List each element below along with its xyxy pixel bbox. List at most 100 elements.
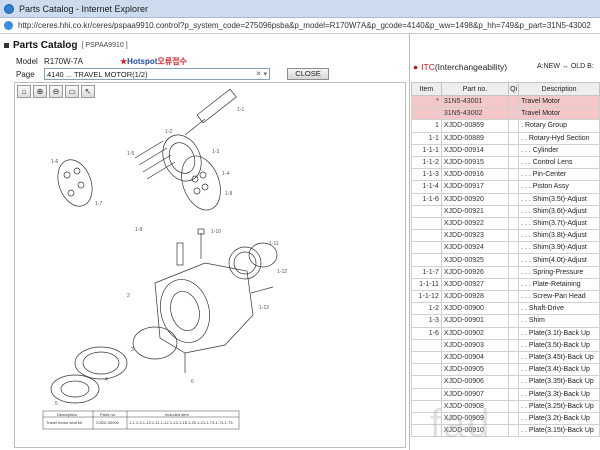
- qi-cell: [508, 131, 520, 145]
- page-select[interactable]: 4140 ... TRAVEL MOTOR(1/2) ✕ ▾: [44, 68, 270, 80]
- motor-housing-part[interactable]: [154, 242, 254, 354]
- address-bar[interactable]: http://ceres.hhi.co.kr/ceres/pspaa9910.c…: [0, 18, 600, 34]
- item-cell: 1-1-12: [411, 289, 442, 304]
- close-button[interactable]: CLOSE: [287, 68, 329, 80]
- svg-text:1-10: 1-10: [211, 229, 221, 235]
- col-item-header[interactable]: Item: [411, 82, 442, 96]
- table-row[interactable]: 1-6 XJDD-00902 . . Plate(3.1t)-Back Up: [411, 326, 600, 340]
- description-cell: . . . Cylinder: [518, 143, 600, 157]
- part-no-cell: XJDD-00916: [440, 168, 510, 182]
- description-cell: . . . Screw-Pan Head: [518, 289, 600, 304]
- bolts-part[interactable]: [184, 228, 274, 373]
- itc-marker: ●: [413, 62, 419, 72]
- svg-text:1-4: 1-4: [222, 171, 229, 177]
- hotspot-report-link[interactable]: ★Hotspot오류접수: [120, 56, 187, 67]
- part-no-cell: XJDD-00925: [440, 253, 510, 267]
- dropdown-arrow-icon[interactable]: ✕ ▾: [256, 69, 267, 80]
- pistons-part[interactable]: [134, 140, 176, 180]
- qi-cell: [508, 338, 520, 352]
- svg-text:3: 3: [131, 347, 134, 353]
- qi-cell: [508, 229, 520, 243]
- col-qi-header[interactable]: Qi: [508, 82, 520, 96]
- qi-cell: [508, 399, 520, 413]
- table-row[interactable]: 1-1-11 XJDD-00927 . . . Plate-Retaining: [411, 277, 600, 292]
- qi-cell: [508, 119, 520, 133]
- parts-catalog-app: Parts Catalog [ PSPAA9910 ] Model R170W-…: [0, 34, 600, 450]
- address-url[interactable]: http://ceres.hhi.co.kr/ceres/pspaa9910.c…: [18, 21, 591, 30]
- part-no-cell: XJDD-00902: [440, 326, 510, 340]
- qi-cell: [508, 363, 520, 377]
- table-row[interactable]: XJDD-00921 . . . Shim(3.6t)-Adjust: [411, 204, 600, 218]
- valve-plate-part[interactable]: [156, 129, 209, 188]
- description-cell: . . . Shim(3.5t)-Adjust: [518, 192, 600, 206]
- item-cell: 1-1-1: [411, 143, 442, 157]
- item-cell: [411, 375, 442, 389]
- ie-logo-icon: [4, 3, 14, 14]
- description-cell: Travel Motor: [518, 107, 600, 121]
- qi-cell: [508, 314, 520, 328]
- col-desc-header[interactable]: Description: [518, 82, 600, 96]
- table-row[interactable]: 1-1-1 XJDD-00914 . . . Cylinder: [411, 143, 600, 157]
- qi-cell: [508, 253, 520, 267]
- description-cell: . . . Shim(3.8t)-Adjust: [518, 229, 600, 243]
- item-cell: [411, 241, 442, 255]
- exploded-diagram-panel[interactable]: ⌂ ⊕ ⊖ ▭ ↖ 1-1 1-2 1-3 1-4 1-5 1-6 1-7 1-…: [14, 82, 406, 448]
- table-row[interactable]: 1-1-7 XJDD-00926 . . . Spring-Pressure: [411, 265, 600, 279]
- col-part-header[interactable]: Part no.: [440, 82, 510, 96]
- description-cell: . . Plate(3.45t)-Back Up: [518, 350, 600, 365]
- table-row[interactable]: XJDD-00903 . . Plate(3.5t)-Back Up: [411, 338, 600, 352]
- table-row[interactable]: XJDD-00924 . . . Shim(3.9t)-Adjust: [411, 241, 600, 255]
- table-row[interactable]: 31N5-43002 Travel Motor: [411, 107, 600, 121]
- part-no-cell: XJDD-00924: [440, 241, 510, 255]
- description-cell: . . Plate(3.2t)-Back Up: [518, 411, 600, 426]
- table-row[interactable]: XJDD-00906 . . Plate(3.35t)-Back Up: [411, 375, 600, 389]
- window-titlebar: Parts Catalog - Internet Explorer: [0, 0, 600, 18]
- item-cell: [411, 338, 442, 352]
- description-cell: . . . Plate-Retaining: [518, 277, 600, 292]
- parts-list-panel: ● ITC(Interchangeability) A:NEW ↔ OLD B: …: [411, 34, 600, 450]
- table-row[interactable]: 1-1-3 XJDD-00916 . . . Pin-Center: [411, 168, 600, 182]
- table-row[interactable]: 1-1 XJDD-00889 . . Rotary-Hyd Section: [411, 131, 600, 145]
- item-cell: 1-1-7: [411, 265, 442, 279]
- svg-text:1-8: 1-8: [225, 191, 232, 197]
- qi-cell: [508, 424, 520, 438]
- qi-cell: [508, 94, 520, 109]
- qi-cell: [508, 192, 520, 206]
- part-no-cell: XJDD-00928: [440, 289, 510, 304]
- description-cell: . . Plate(3.4t)-Back Up: [518, 363, 600, 377]
- table-row[interactable]: 1-2 XJDD-00900 . . Shaft-Drive: [411, 302, 600, 316]
- item-cell: [411, 229, 442, 243]
- bullet-icon: [4, 42, 9, 48]
- table-row[interactable]: 1-1-12 XJDD-00928 . . . Screw-Pan Head: [411, 289, 600, 304]
- drive-shaft-part[interactable]: [184, 88, 237, 136]
- swash-plate-part[interactable]: [52, 155, 98, 211]
- table-row[interactable]: XJDD-00922 . . . Shim(3.7t)-Adjust: [411, 216, 600, 231]
- description-cell: . . Shim: [518, 314, 600, 328]
- part-no-cell: XJDD-00917: [440, 180, 510, 194]
- item-cell: [411, 387, 442, 401]
- item-cell: 1-1-11: [411, 277, 442, 292]
- description-cell: . Rotary Group: [518, 119, 600, 133]
- table-row[interactable]: 1-3 XJDD-00901 . . Shim: [411, 314, 600, 328]
- inset-cell-partno: XJDD-00900: [96, 420, 120, 425]
- table-row[interactable]: * 31N5-43001 Travel Motor: [411, 94, 600, 109]
- svg-text:1-13: 1-13: [259, 305, 269, 311]
- left-panel: Parts Catalog [ PSPAA9910 ] Model R170W-…: [0, 34, 410, 450]
- table-row[interactable]: 1-1-4 XJDD-00917 . . . Piston Assy: [411, 180, 600, 194]
- table-row[interactable]: XJDD-00904 . . Plate(3.45t)-Back Up: [411, 350, 600, 365]
- description-cell: . . . Control Lens: [518, 155, 600, 170]
- svg-text:4: 4: [105, 377, 108, 383]
- table-row[interactable]: XJDD-00905 . . Plate(3.4t)-Back Up: [411, 363, 600, 377]
- inset-header-included: Included item: [165, 412, 189, 417]
- table-row[interactable]: XJDD-00925 . . . Shim(4.0t)-Adjust: [411, 253, 600, 267]
- table-row[interactable]: 1-1-2 XJDD-00915 . . . Control Lens: [411, 155, 600, 170]
- table-row[interactable]: 1-1-6 XJDD-00920 . . . Shim(3.5t)-Adjust: [411, 192, 600, 206]
- svg-text:6: 6: [191, 379, 194, 385]
- table-header-row: Item Part no. Qi Description: [411, 82, 600, 96]
- item-cell: 1-2: [411, 302, 442, 316]
- item-cell: [411, 253, 442, 267]
- table-row[interactable]: XJDD-00907 . . Plate(3.3t)-Back Up: [411, 387, 600, 401]
- window-title: Parts Catalog - Internet Explorer: [19, 3, 149, 14]
- table-row[interactable]: 1 XJDD-00869 . Rotary Group: [411, 119, 600, 133]
- table-row[interactable]: XJDD-00923 . . . Shim(3.8t)-Adjust: [411, 229, 600, 243]
